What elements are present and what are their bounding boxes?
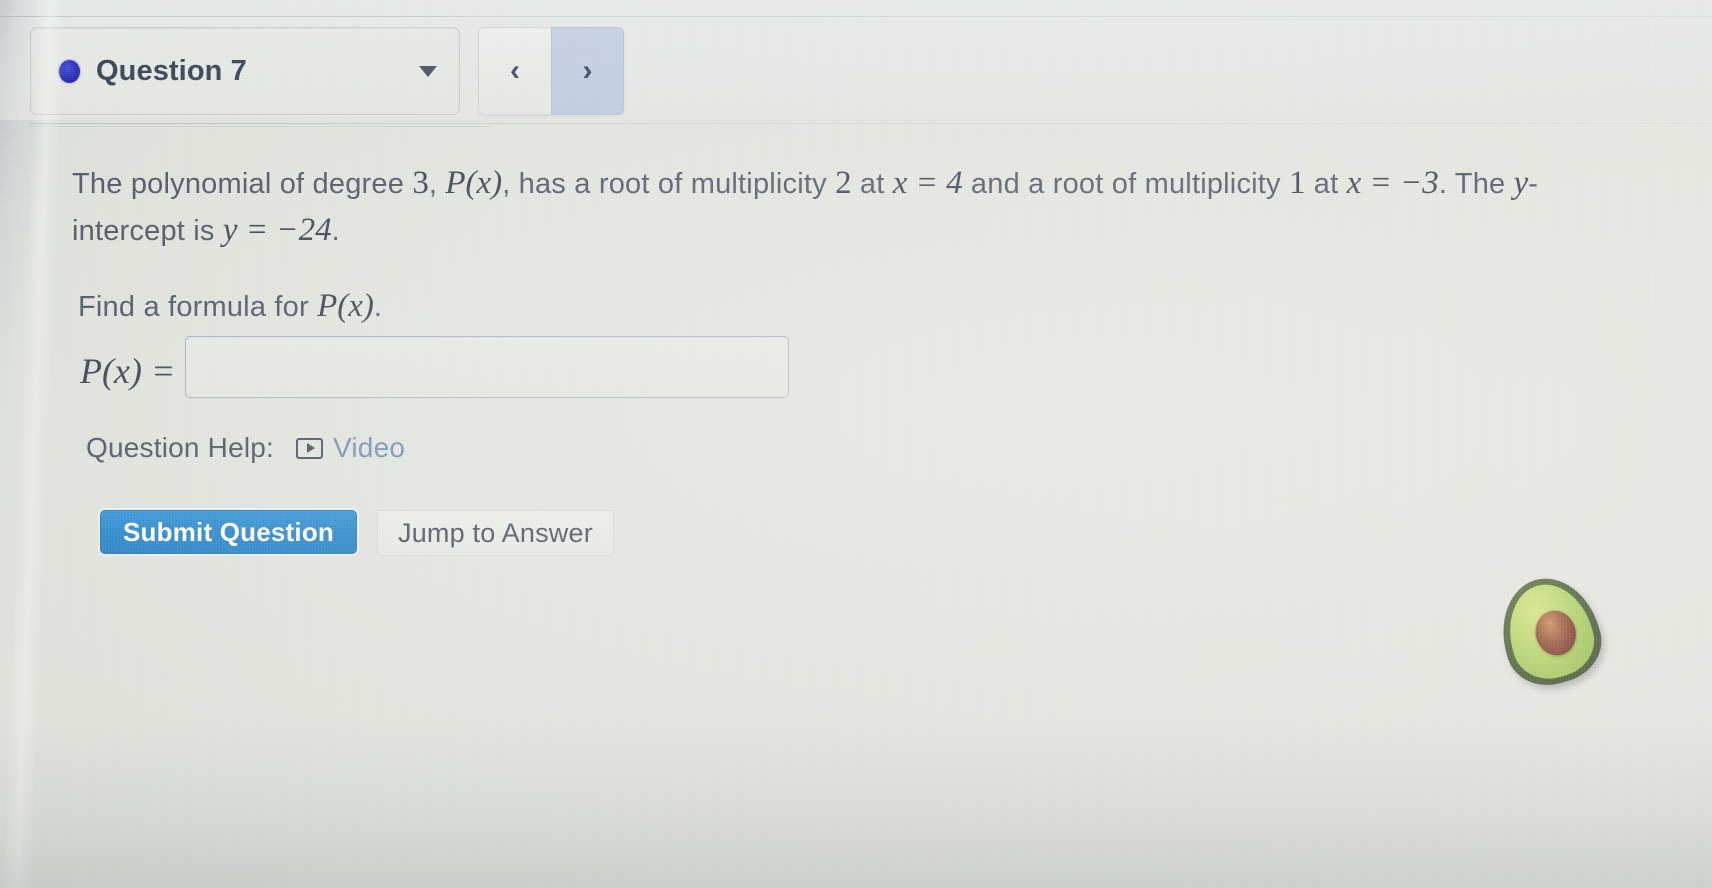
top-divider (0, 16, 1712, 17)
prompt-text-after: . (373, 291, 383, 323)
page-content: Question 7 ‹ › The polynomial of degree … (0, 0, 1712, 888)
prompt-text-before: Find a formula for (78, 291, 318, 323)
question-prompt: Find a formula for P(x). (78, 288, 382, 325)
toolbar-divider-secondary (30, 126, 490, 127)
answer-label: P(x) = (80, 351, 176, 391)
statement-root-1: x = 4 (892, 165, 963, 201)
chevron-left-icon: ‹ (510, 54, 520, 87)
answer-input[interactable] (185, 336, 790, 398)
question-nav-group: ‹ › (478, 27, 624, 115)
statement-seg-3: , has a root of multiplicity (502, 168, 836, 200)
statement-seg-6: at (1305, 168, 1347, 200)
statement-polynomial: P(x) (445, 165, 503, 201)
statement-root-2: x = −3 (1346, 165, 1439, 201)
chevron-right-icon: › (582, 54, 593, 87)
statement-y-variable: y (1513, 165, 1529, 201)
submit-question-button[interactable]: Submit Question (100, 510, 357, 554)
prev-question-button[interactable]: ‹ (478, 27, 551, 115)
prompt-math: P(x) (317, 288, 374, 324)
jump-to-answer-button[interactable]: Jump to Answer (377, 510, 614, 556)
question-selector[interactable]: Question 7 (30, 27, 460, 115)
question-status-dot-icon (59, 59, 80, 83)
screen-photo: Question 7 ‹ › The polynomial of degree … (0, 0, 1712, 888)
statement-seg-4: at (851, 168, 893, 200)
statement-seg-1: The polynomial of degree (72, 168, 413, 200)
question-selector-label: Question 7 (96, 54, 247, 87)
statement-degree: 3 (412, 165, 429, 201)
action-button-row: Submit Question Jump to Answer (100, 510, 614, 556)
toolbar-divider (30, 123, 1712, 124)
statement-seg-5: and a root of multiplicity (962, 168, 1290, 200)
statement-seg-9: . (331, 215, 340, 247)
statement-seg-7: . The (1438, 168, 1514, 200)
next-question-button[interactable]: › (551, 27, 624, 115)
video-play-icon[interactable] (296, 437, 324, 459)
chevron-down-icon[interactable] (419, 65, 437, 77)
question-statement-text: The polynomial of degree 3, P(x), has a … (72, 160, 1542, 254)
question-help-label: Question Help: (86, 432, 275, 463)
statement-y-intercept: y = −24 (222, 212, 332, 248)
statement-seg-2: , (428, 168, 446, 200)
avocado-icon (1489, 566, 1611, 696)
question-help-row: Question Help: Video (86, 432, 405, 464)
question-statement: The polynomial of degree 3, P(x), has a … (72, 160, 1542, 254)
statement-multiplicity-1: 2 (835, 165, 852, 201)
video-help-link[interactable]: Video (333, 432, 405, 464)
answer-row: P(x) = (80, 336, 790, 398)
statement-multiplicity-2: 1 (1289, 165, 1306, 201)
